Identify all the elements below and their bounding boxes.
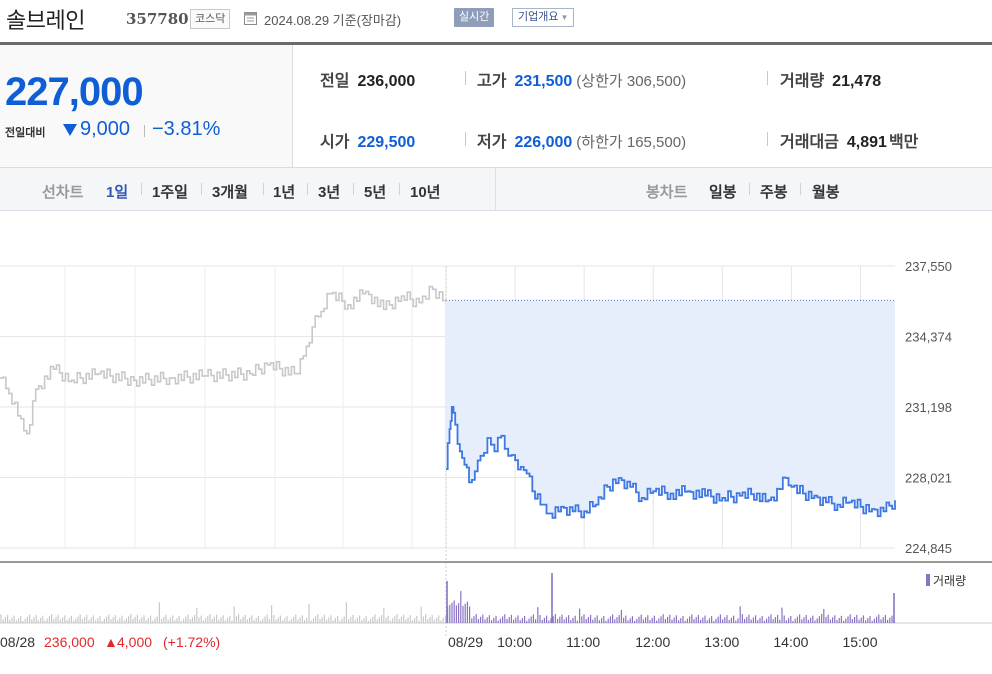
current-price-box: 227,000 전일대비 9,000 −3.81% <box>0 45 293 168</box>
x-tick-label: 15:00 <box>842 634 877 650</box>
tabs-divider <box>495 168 496 210</box>
y-tick-label: 224,845 <box>905 541 952 556</box>
stat-unit: 백만 <box>888 134 919 151</box>
tab-1week[interactable]: 1주일 <box>152 181 188 202</box>
stat-value: 236,000 <box>357 73 416 90</box>
divider <box>465 71 466 85</box>
compare-label: 전일대비 <box>5 127 46 139</box>
tab-10year[interactable]: 10년 <box>410 181 441 202</box>
x-tick-label: 14:00 <box>773 634 808 650</box>
volume-legend-swatch <box>926 574 930 586</box>
stat-label: 전일 <box>320 73 350 90</box>
x-tick-label: 11:00 <box>566 634 600 650</box>
stat-label: 시가 <box>320 134 350 151</box>
divider <box>767 132 768 146</box>
tab-weekly-candle[interactable]: 주봉 <box>760 181 788 202</box>
tab-monthly-candle[interactable]: 월봉 <box>812 181 840 202</box>
price-stats: 전일 236,000 고가 231,500 (상한가 306,500) 거래량 21,4… <box>293 45 992 168</box>
company-info-label: 기업개요 <box>518 11 559 23</box>
prev-up-triangle-icon: ▲ <box>104 634 118 650</box>
volume-legend: 거래량 <box>926 574 966 588</box>
stock-name: 솔브레인 <box>6 9 85 34</box>
candle-chart-label: 봉차트 <box>646 184 688 201</box>
stat-prev-close: 전일 236,000 <box>320 67 415 91</box>
caret-down-icon: ▼ <box>560 13 569 22</box>
y-axis: 237,550 234,374 231,198 228,021 224,845 <box>905 259 952 556</box>
stat-label: 거래대금 <box>780 134 839 151</box>
prev-change-rate: (+1.72%) <box>163 634 220 650</box>
today-area-fill <box>446 300 895 518</box>
current-price: 227,000 <box>5 70 144 114</box>
divider <box>465 132 466 146</box>
stat-open: 시가 229,500 <box>320 128 415 152</box>
tab-1year[interactable]: 1년 <box>273 181 295 202</box>
stat-label: 거래량 <box>780 73 825 90</box>
x-tick-label: 12:00 <box>635 634 670 650</box>
down-triangle-icon <box>63 124 77 136</box>
x-tick-label: 08/29 <box>448 634 483 650</box>
divider <box>141 183 142 195</box>
divider <box>749 183 750 195</box>
x-tick-label: 13:00 <box>704 634 739 650</box>
y-tick-label: 234,374 <box>905 330 952 345</box>
volume-bars <box>0 573 895 623</box>
realtime-button[interactable]: 실시간 <box>454 8 495 27</box>
prev-date-label: 08/28 <box>0 634 35 650</box>
tab-3month[interactable]: 3개월 <box>212 181 248 202</box>
stat-label: 고가 <box>477 73 507 90</box>
divider <box>263 183 264 195</box>
y-tick-label: 231,198 <box>905 400 952 415</box>
stat-value: 231,500 <box>514 73 573 90</box>
stat-high: 고가 231,500 (상한가 306,500) <box>477 67 686 91</box>
lower-limit: (하한가 165,500) <box>576 134 687 151</box>
stat-value: 21,478 <box>832 73 882 90</box>
tab-1day[interactable]: 1일 <box>106 181 128 202</box>
divider <box>767 71 768 85</box>
line-chart-label: 선차트 <box>42 184 84 201</box>
company-info-dropdown[interactable]: 기업개요 ▼ <box>512 8 575 27</box>
divider <box>144 125 145 137</box>
divider <box>353 183 354 195</box>
prev-close-value: 236,000 <box>44 634 95 650</box>
tab-3year[interactable]: 3년 <box>318 181 340 202</box>
divider <box>800 183 801 195</box>
chart-tabs: 선차트 1일 1주일 3개월 1년 3년 5년 10년 봉차트 일봉 주봉 월봉 <box>0 168 992 211</box>
y-tick-label: 237,550 <box>905 259 952 274</box>
stat-low: 저가 226,000 (하한가 165,500) <box>477 128 686 152</box>
market-badge: 코스닥 <box>190 9 231 29</box>
calendar-icon <box>244 12 257 25</box>
tab-5year[interactable]: 5년 <box>364 181 386 202</box>
series-prev-day <box>0 285 447 435</box>
divider <box>201 183 202 195</box>
stat-volume: 거래량 21,478 <box>780 67 881 91</box>
upper-limit: (상한가 306,500) <box>576 73 687 90</box>
change-rate: −3.81% <box>152 118 221 140</box>
prev-change-value: 4,000 <box>117 634 152 650</box>
stat-value: 226,000 <box>514 134 573 151</box>
x-tick-label: 10:00 <box>497 634 532 650</box>
stat-value: 4,891 <box>846 134 887 151</box>
divider <box>307 183 308 195</box>
y-tick-label: 228,021 <box>905 471 952 486</box>
stock-header: 솔브레인 357780 코스닥 2024.08.29 기준(장마감) 실시간 기… <box>0 0 992 42</box>
x-axis: 08/28 236,000 ▲ 4,000 (+1.72%) 08/29 10:0… <box>0 634 878 650</box>
volume-legend-label: 거래량 <box>933 574 966 588</box>
stock-code: 357780 <box>126 10 189 28</box>
base-date: 2024.08.29 기준(장마감) <box>264 13 402 28</box>
tab-daily-candle[interactable]: 일봉 <box>709 181 737 202</box>
stat-amount: 거래대금 4,891 백만 <box>780 128 918 152</box>
intraday-chart: 237,550234,374231,198228,021224,845 거래량 … <box>0 259 992 650</box>
divider <box>399 183 400 195</box>
stat-value: 229,500 <box>357 134 416 151</box>
price-change: 9,000 <box>80 118 131 140</box>
stat-label: 저가 <box>477 134 507 151</box>
